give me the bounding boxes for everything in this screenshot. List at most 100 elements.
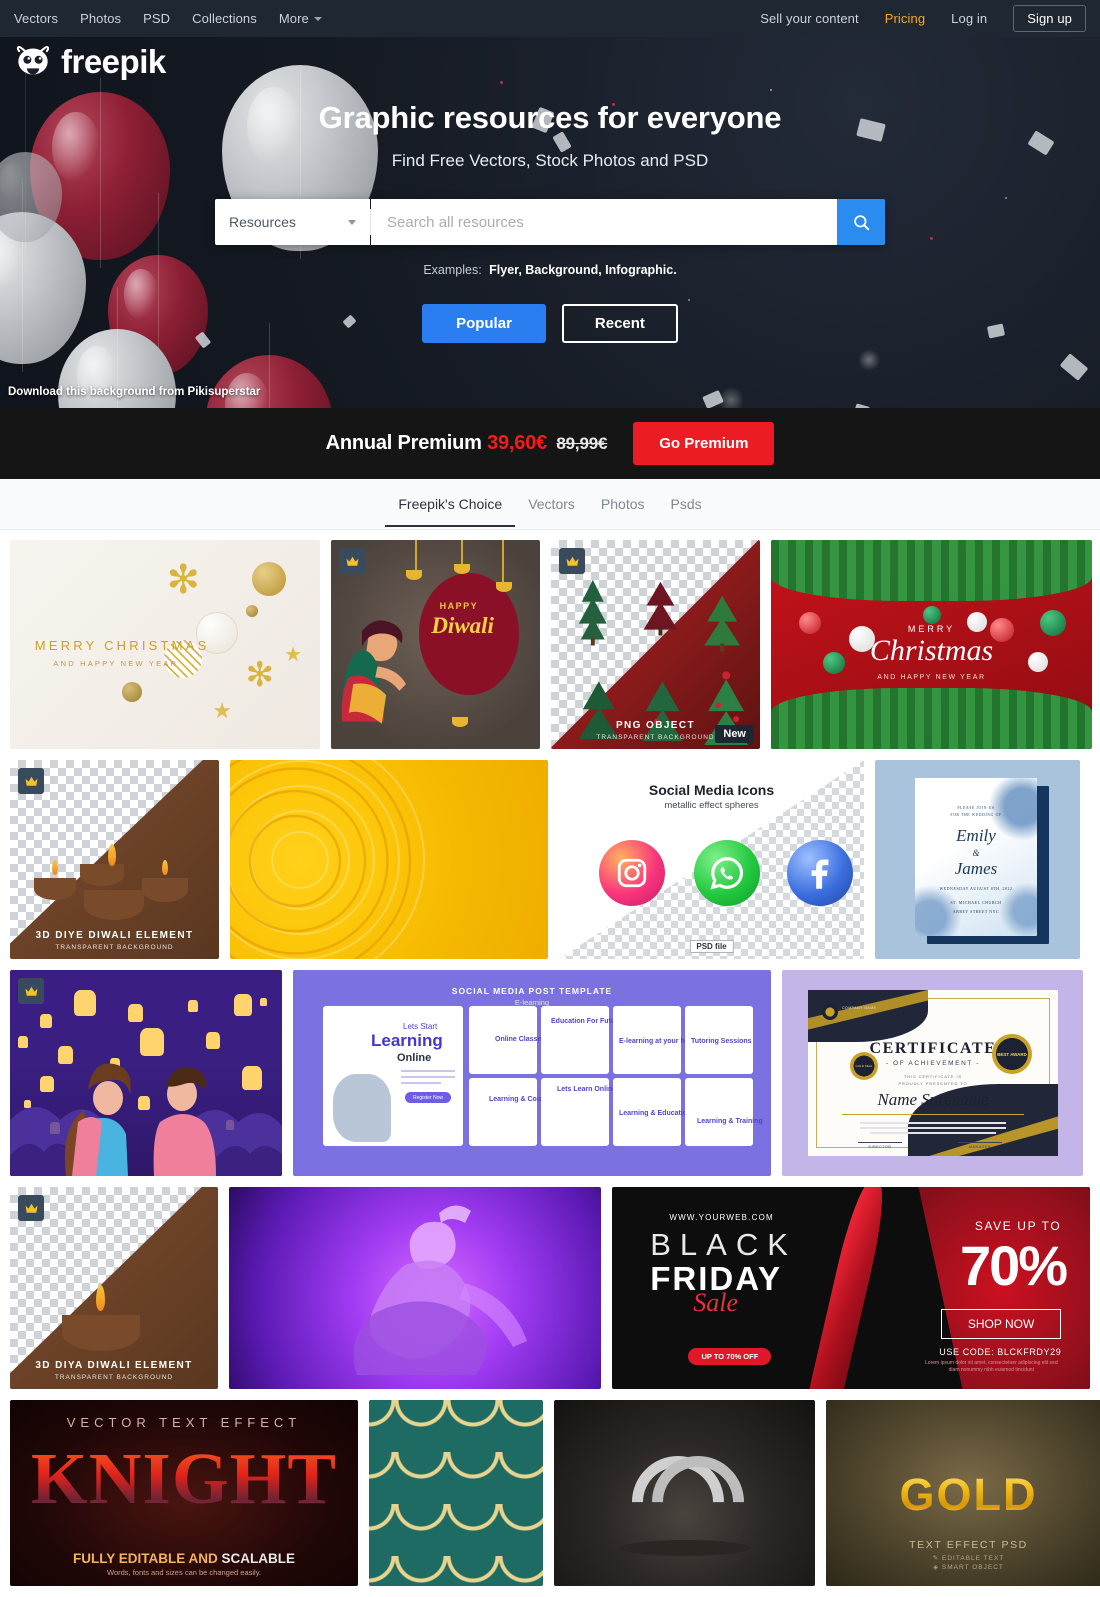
card-eyebrow: MERRY	[907, 623, 956, 634]
search-input[interactable]	[371, 199, 837, 245]
resource-card-3d-arch-podium[interactable]	[554, 1400, 815, 1586]
search-examples-links[interactable]: Flyer, Background, Infographic.	[489, 263, 677, 277]
panel-title: Learning	[371, 1031, 443, 1050]
banner-black-text: BLACK	[650, 1227, 797, 1263]
resource-card-merry-christmas-red[interactable]: MERRY Christmas AND HAPPY NEW YEAR	[771, 540, 1092, 749]
banner-url: WWW.YOURWEB.COM	[669, 1213, 774, 1223]
card-caption-line2: TRANSPARENT BACKGROUND	[55, 944, 174, 951]
login-link[interactable]: Log in	[951, 11, 987, 26]
card-feature-2: ◈ SMART OBJECT	[933, 1564, 1004, 1572]
card-caption-line2: TRANSPARENT BACKGROUND	[54, 1374, 174, 1381]
go-premium-button[interactable]: Go Premium	[633, 422, 775, 465]
resource-card-merry-christmas-gold[interactable]: ✻ ✻ ★ ★ MERRY CHRISTMAS AND HAPPY NEW YE…	[10, 540, 320, 749]
crown-icon	[566, 556, 578, 566]
tab-photos[interactable]: Photos	[588, 482, 658, 527]
invite-preline2: FOR THE WEDDING OF	[950, 813, 1002, 817]
certificate-recipient-name: Name Surename	[877, 1090, 989, 1109]
tab-psds[interactable]: Psds	[658, 482, 715, 527]
card-subtitle: AND HAPPY NEW YEAR	[53, 659, 179, 669]
snowflake-icon: ✻	[166, 558, 200, 602]
card-title: KNIGHT	[10, 1437, 358, 1521]
search-category-value: Resources	[229, 214, 296, 230]
panel-label: Lets Learn Online	[557, 1086, 617, 1093]
tab-vectors[interactable]: Vectors	[515, 482, 588, 527]
tab-freepiks-choice[interactable]: Freepik's Choice	[385, 482, 516, 527]
resource-card-wedding-invitation[interactable]: PLEASE JOIN US FOR THE WEDDING OF Emily …	[875, 760, 1080, 959]
hero-title: Graphic resources for everyone	[318, 100, 782, 135]
pricing-link[interactable]: Pricing	[885, 11, 925, 26]
card-caption-line1: 3D DIYA DIWALI ELEMENT	[35, 1360, 193, 1371]
psd-file-tag: PSD file	[689, 940, 734, 953]
hero-filter-buttons: Popular Recent	[422, 304, 678, 343]
banner-percent: 70%	[960, 1234, 1068, 1298]
crown-icon	[346, 556, 358, 566]
grid-row: 3D DIYE DIWALI ELEMENT TRANSPARENT BACKG…	[10, 760, 1090, 959]
resource-card-certificate[interactable]: CERTIFICATE - OF ACHIEVEMENT - THIS CERT…	[782, 970, 1083, 1176]
sell-your-content-link[interactable]: Sell your content	[760, 11, 859, 26]
card-subtitle: AND HAPPY NEW YEAR	[877, 673, 986, 681]
resource-card-knight-text-effect[interactable]: VECTOR TEXT EFFECT KNIGHT FULLY EDITABLE…	[10, 1400, 358, 1586]
card-feature-1: ✎ EDITABLE TEXT	[932, 1554, 1005, 1562]
couple-illustration	[10, 1063, 282, 1176]
premium-old-price: 89,99€	[556, 434, 608, 453]
premium-label: Annual Premium	[325, 432, 482, 454]
freepik-logo[interactable]: freepik	[14, 45, 166, 78]
background-attribution[interactable]: Download this background from Pikisupers…	[8, 386, 260, 398]
search-icon	[853, 214, 869, 230]
resource-card-happy-diwali[interactable]: HAPPY Diwali	[331, 540, 540, 749]
recent-button[interactable]: Recent	[561, 304, 678, 343]
resource-card-elearning-templates[interactable]: SOCIAL MEDIA POST TEMPLATE E-learning Le…	[293, 970, 771, 1176]
facebook-icon	[787, 839, 853, 906]
card-caption: 3D DIYA DIWALI ELEMENT TRANSPARENT BACKG…	[10, 1360, 218, 1381]
resource-card-3d-diya-diwali-2[interactable]: 3D DIYA DIWALI ELEMENT TRANSPARENT BACKG…	[10, 1187, 218, 1389]
search-category-select[interactable]: Resources	[215, 199, 370, 245]
banner-fine-print: Lorem ipsum dolor sit amet, consectetuer…	[925, 1359, 1058, 1374]
card-title: Diwali	[431, 613, 494, 639]
premium-crown-badge	[559, 548, 585, 574]
card-subtitle: metallic effect spheres	[664, 799, 759, 811]
resource-card-social-media-icons[interactable]: Social Media Icons metallic effect spher…	[559, 760, 864, 959]
grid-row: VECTOR TEXT EFFECT KNIGHT FULLY EDITABLE…	[10, 1400, 1100, 1586]
invite-date: WEDNESDAY AUGUST 8TH, 2022	[939, 886, 1013, 891]
nav-item-vectors[interactable]: Vectors	[14, 11, 58, 26]
search-submit-button[interactable]	[837, 199, 885, 245]
banner-save-label: SAVE UP TO	[974, 1219, 1062, 1234]
panel-label: Tutoring Sessions	[691, 1038, 752, 1045]
chevron-down-icon	[313, 16, 322, 21]
signup-button[interactable]: Sign up	[1013, 5, 1086, 32]
nav-item-psd[interactable]: PSD	[143, 11, 170, 26]
grid-row: 3D DIYA DIWALI ELEMENT TRANSPARENT BACKG…	[10, 1187, 1090, 1389]
certificate-company: COMPANY NAME	[842, 1006, 877, 1010]
card-caption: 3D DIYE DIWALI ELEMENT TRANSPARENT BACKG…	[10, 930, 219, 951]
premium-crown-badge	[339, 548, 365, 574]
resource-card-gold-text-effect[interactable]: GOLD TEXT EFFECT PSD ✎ EDITABLE TEXT ◈ S…	[826, 1400, 1100, 1586]
grid-row: SOCIAL MEDIA POST TEMPLATE E-learning Le…	[10, 970, 1090, 1176]
popular-button[interactable]: Popular	[422, 304, 546, 343]
star-icon: ★	[284, 644, 302, 666]
card-caption-line2: Words, fonts and sizes can be changed ea…	[107, 1567, 261, 1577]
nav-item-collections[interactable]: Collections	[192, 11, 257, 26]
certificate-signature-1: DIRECTOR	[868, 1145, 892, 1149]
resource-card-yellow-mandala[interactable]	[230, 760, 548, 959]
premium-crown-badge	[18, 768, 44, 794]
freepik-mascot-icon	[16, 45, 50, 75]
premium-crown-badge	[18, 978, 44, 1004]
mandala-pattern	[230, 760, 412, 959]
panel-eyebrow: Lets Start	[403, 1022, 438, 1031]
invite-venue2: ABBEY STREET NYC	[952, 909, 1000, 914]
nav-item-more[interactable]: More	[279, 11, 322, 26]
resource-card-art-deco-pattern[interactable]	[369, 1400, 543, 1586]
card-title: Christmas	[869, 634, 994, 668]
star-icon: ★	[212, 698, 232, 723]
resource-card-3d-diya-diwali[interactable]: 3D DIYE DIWALI ELEMENT TRANSPARENT BACKG…	[10, 760, 219, 959]
panel-label: Learning & Training	[697, 1118, 763, 1125]
resource-card-purple-gradient-figure[interactable]	[229, 1187, 601, 1389]
resource-card-christmas-trees-png[interactable]: PNG OBJECT TRANSPARENT BACKGROUND New	[551, 540, 760, 749]
invite-name1: Emily	[956, 826, 996, 845]
secondary-nav: Sell your content Pricing Log in Sign up	[760, 5, 1086, 32]
resource-card-sky-lanterns[interactable]	[10, 970, 282, 1176]
card-title: MERRY CHRISTMAS	[34, 638, 210, 654]
search-examples: Examples: Flyer, Background, Infographic…	[423, 263, 676, 277]
resource-card-black-friday-banner[interactable]: WWW.YOURWEB.COM BLACK FRIDAY Sale UP TO …	[612, 1187, 1090, 1389]
nav-item-photos[interactable]: Photos	[80, 11, 121, 26]
